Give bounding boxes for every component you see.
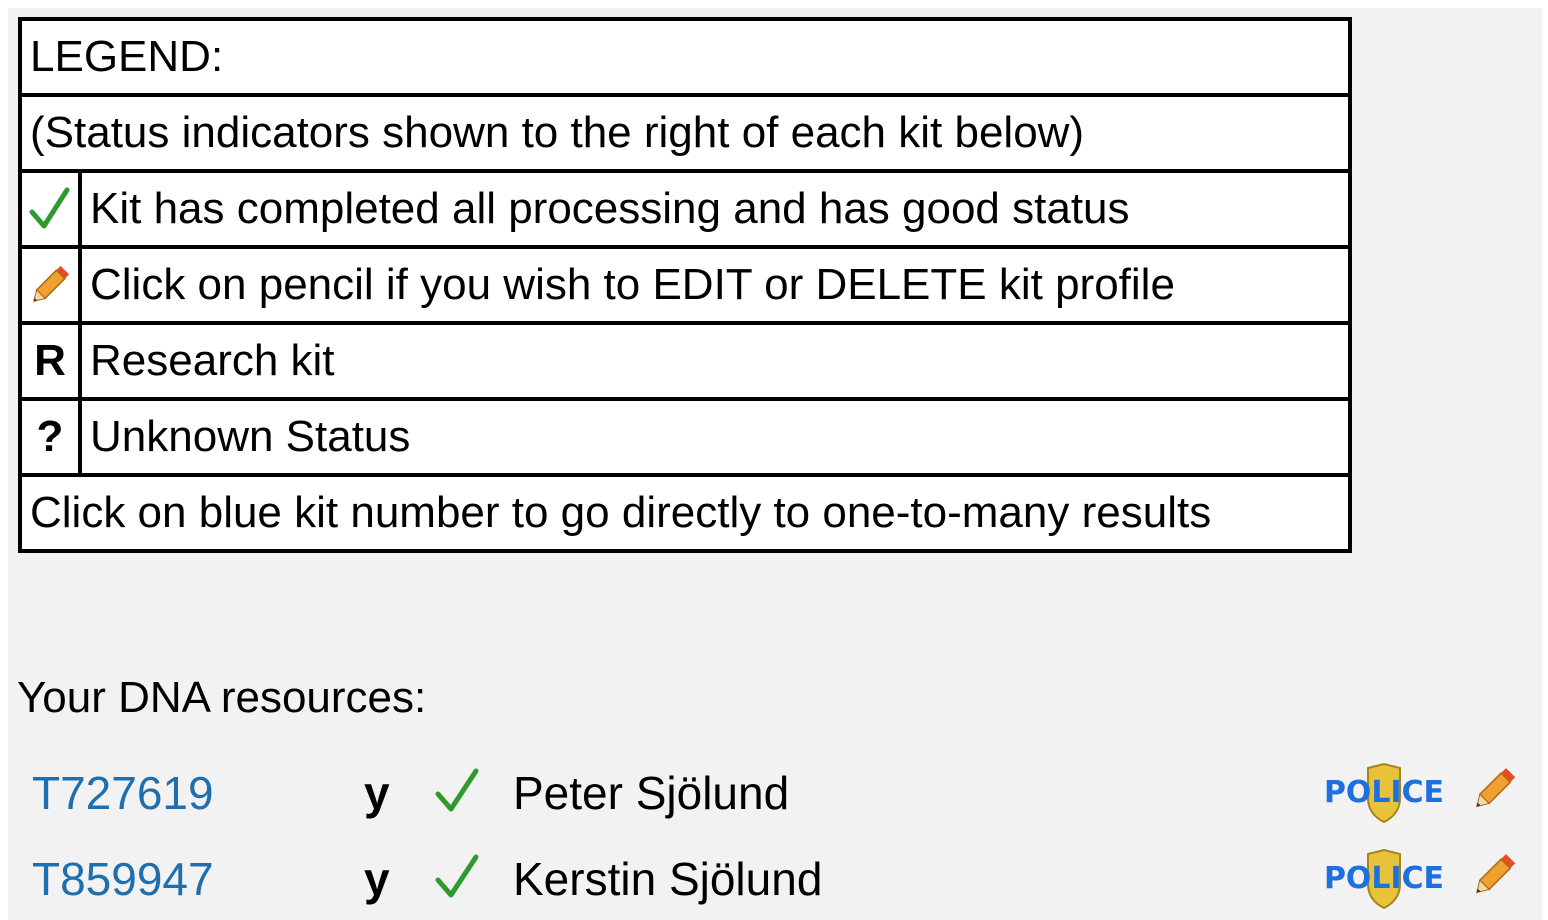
checkmark-icon bbox=[432, 850, 482, 909]
svg-text:POLICE: POLICE bbox=[1324, 861, 1444, 896]
kit-number-link[interactable]: T727619 bbox=[32, 766, 214, 820]
kit-name: Peter Sjölund bbox=[513, 767, 790, 819]
kit-flag: y bbox=[364, 767, 390, 819]
legend-row-research: R Research kit bbox=[20, 323, 1350, 399]
legend-footer: Click on blue kit number to go directly … bbox=[20, 475, 1350, 551]
police-badge-icon[interactable]: POLICE bbox=[1322, 762, 1446, 831]
checkmark-icon bbox=[432, 764, 482, 823]
legend-row-complete: Kit has completed all processing and has… bbox=[20, 171, 1350, 247]
kit-flag: y bbox=[364, 853, 390, 905]
unknown-status-symbol: ? bbox=[20, 399, 80, 475]
checkmark-icon bbox=[20, 171, 80, 247]
research-kit-symbol: R bbox=[20, 323, 80, 399]
legend-row-edit: Click on pencil if you wish to EDIT or D… bbox=[20, 247, 1350, 323]
legend-row-text: Click on pencil if you wish to EDIT or D… bbox=[80, 247, 1350, 323]
legend-row-text: Unknown Status bbox=[80, 399, 1350, 475]
resources-title: Your DNA resources: bbox=[17, 673, 427, 722]
kit-row: T727619 y Peter Sjölund POLICE bbox=[32, 752, 1532, 832]
legend-row-text: Kit has completed all processing and has… bbox=[80, 171, 1350, 247]
legend-row-text: Research kit bbox=[80, 323, 1350, 399]
kit-row: T859947 y Kerstin Sjölund POLICE bbox=[32, 838, 1532, 918]
police-badge-icon[interactable]: POLICE bbox=[1322, 848, 1446, 917]
pencil-icon bbox=[20, 247, 80, 323]
legend-table: LEGEND: (Status indicators shown to the … bbox=[18, 17, 1352, 553]
svg-text:POLICE: POLICE bbox=[1324, 775, 1444, 810]
kit-name: Kerstin Sjölund bbox=[513, 853, 823, 905]
kit-number-link[interactable]: T859947 bbox=[32, 852, 214, 906]
legend-title: LEGEND: bbox=[20, 19, 1350, 95]
pencil-icon[interactable] bbox=[1467, 762, 1521, 823]
legend-subtitle: (Status indicators shown to the right of… bbox=[20, 95, 1350, 171]
legend-row-unknown: ? Unknown Status bbox=[20, 399, 1350, 475]
pencil-icon[interactable] bbox=[1467, 848, 1521, 909]
